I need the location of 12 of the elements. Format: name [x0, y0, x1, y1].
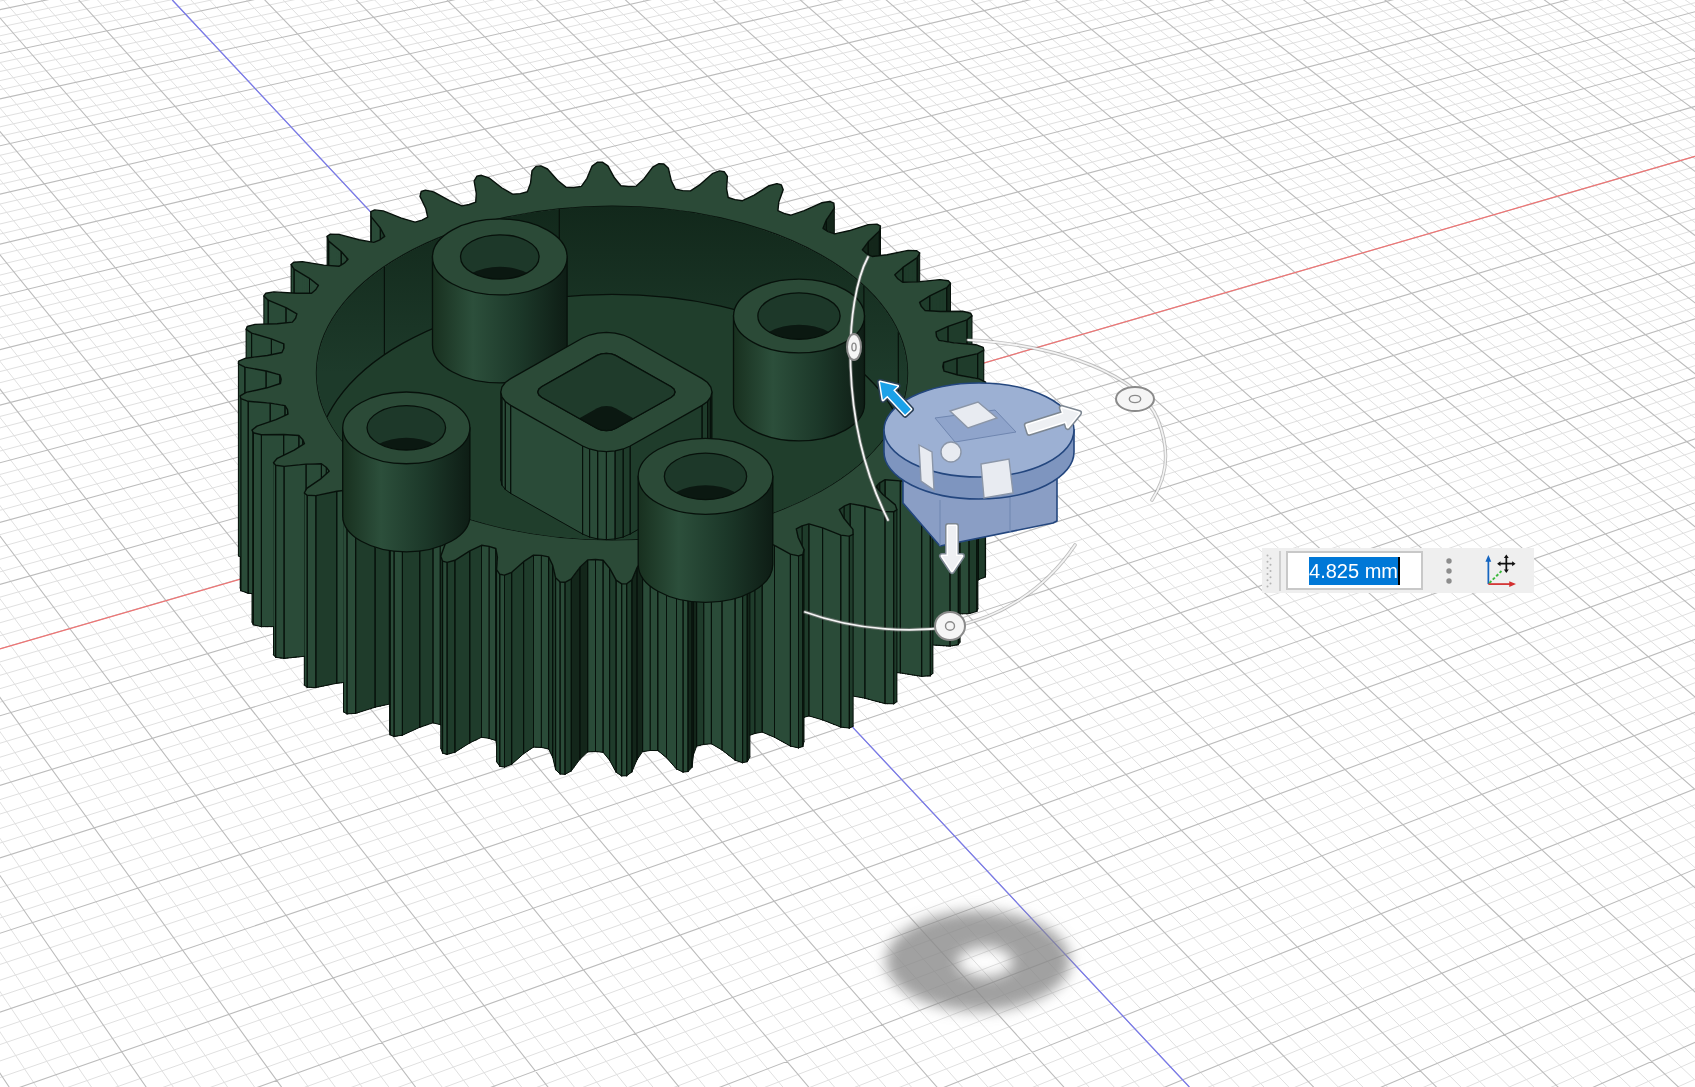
arrow-icon[interactable]	[939, 523, 965, 574]
circle-handle-icon[interactable]	[940, 441, 962, 463]
dimension-input[interactable]: 4.825 mm	[1286, 551, 1423, 590]
rotation-handle-icon[interactable]	[1115, 386, 1155, 412]
axis-triad-icon[interactable]	[1484, 554, 1517, 587]
arrow-icon[interactable]	[877, 379, 914, 418]
square-handle-icon[interactable]	[918, 443, 935, 492]
grip-icon[interactable]	[1266, 553, 1272, 588]
rotation-handle-icon[interactable]	[934, 611, 966, 641]
square-handle-icon[interactable]	[980, 458, 1014, 499]
kebab-menu-icon[interactable]	[1445, 557, 1453, 584]
rotation-handle-icon[interactable]	[846, 333, 862, 361]
